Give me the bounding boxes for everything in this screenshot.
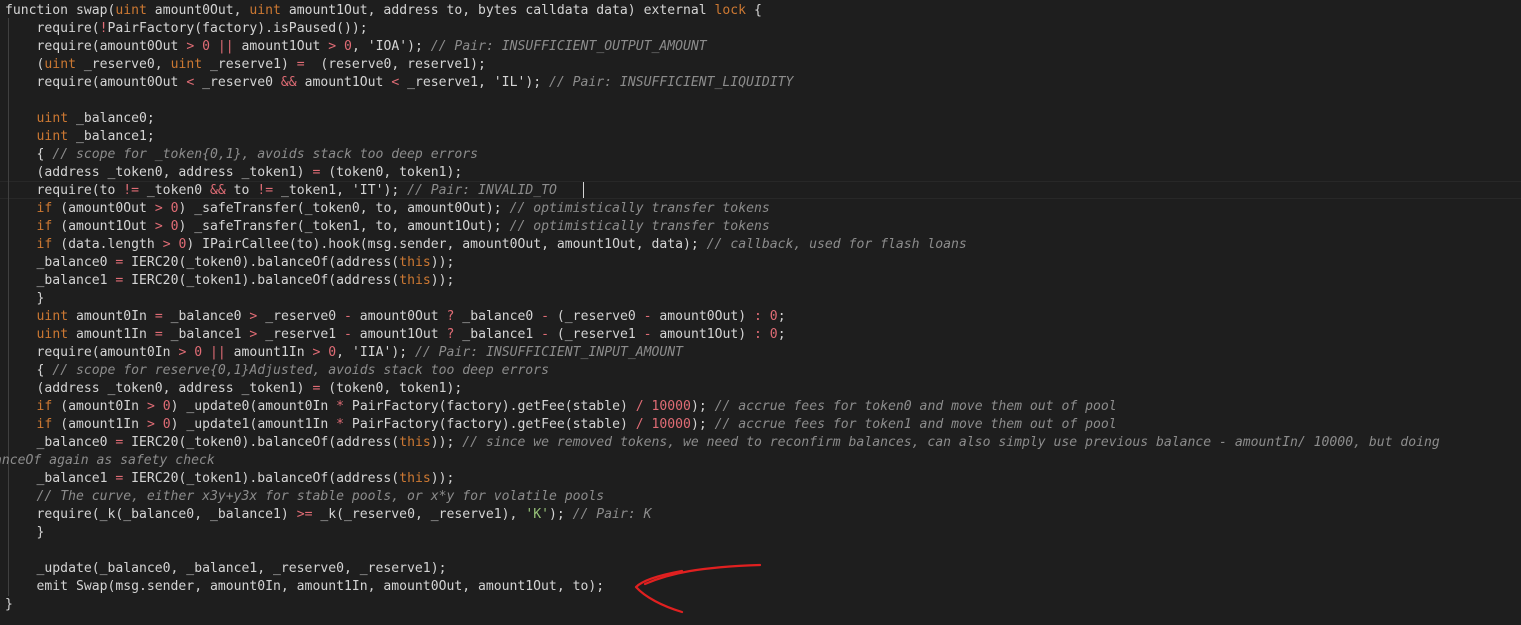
red-arrow-annotation [634,563,762,614]
arrow-head [634,569,684,614]
code-editor[interactable]: function swap(uint amount0Out, uint amou… [0,0,1521,625]
